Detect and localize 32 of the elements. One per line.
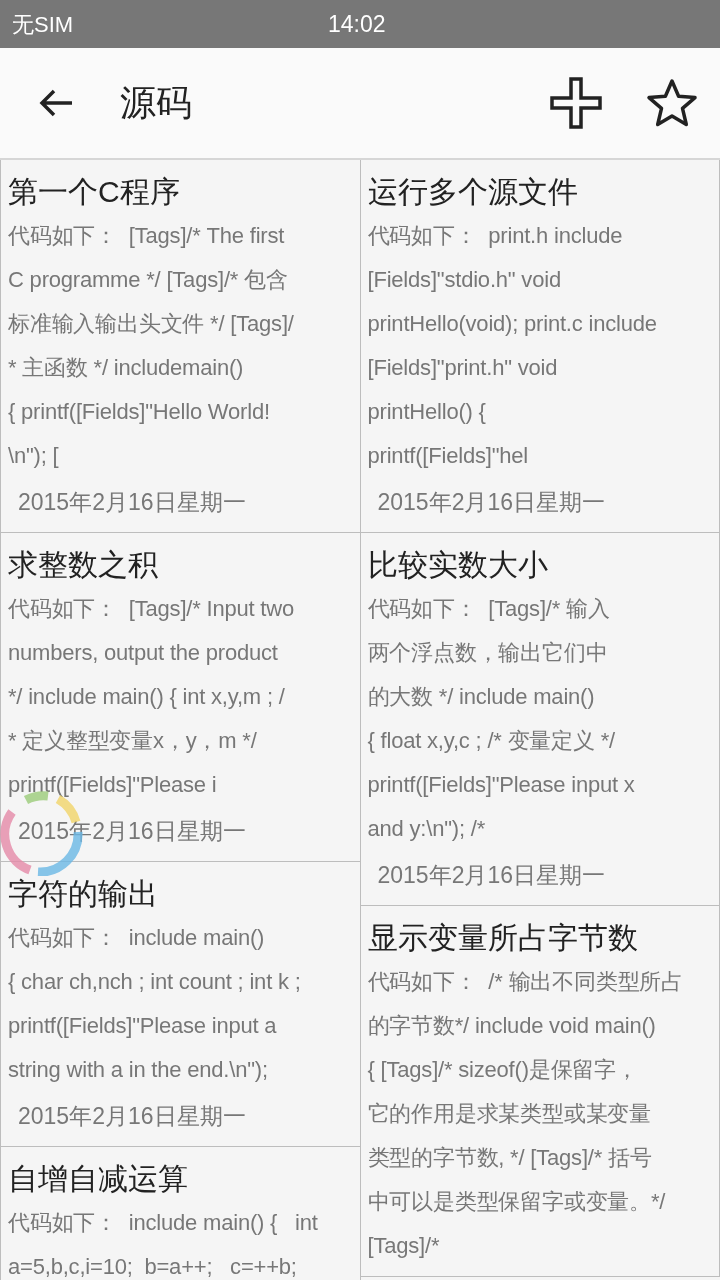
code-preview: 代码如下： [Tags]/* The first C programme */ [Tags]/* 包含 标准输入输出头文件 */ [Tags]/ * 主函数 */ includemain() { printf([Fields]"Hello World! \n"); [ — [8, 222, 295, 470]
card-background[interactable]: 字符的输出 代码如下： include main() { char ch,nch ; int count ; int k ; printf([Fields]"Please input a string with a in the end.\n"); 2015年2月16日星期一 — [1, 862, 361, 1147]
card-title: 自增自减运算 — [8, 1161, 189, 1197]
card-date: 2015年2月16日星期一 — [17, 488, 247, 517]
card-title: 运行多个源文件 — [367, 174, 579, 210]
card-background[interactable]: 求整数之积 代码如下： [Tags]/* Input two numbers, output the product */ include main() { int x,y,m ; / * 定义整型变量x，y，m */ printf([Fields]"Please i 2015年2月16日星期一 — [1, 533, 361, 862]
code-preview: 代码如下： print.h include [Fields]"stdio.h" void printHello(void); print.c include [Fields]"print.h" void printHello() { printf([Fields]"hel — [367, 222, 658, 470]
card-date: 2015年2月16日星期一 — [376, 488, 607, 517]
card-title: 比较实数大小 — [367, 547, 549, 583]
star-icon — [646, 78, 698, 128]
code-preview: 代码如下： include main() { char ch,nch ; int count ; int k ; printf([Fields]"Please input a string with a in the end.\n"); — [8, 924, 302, 1084]
card-title: 字符的输出 — [8, 876, 159, 912]
card-date: 2015年2月16日星期一 — [376, 861, 607, 890]
code-preview: 代码如下： [Tags]/* 输入 两个浮点数，输出它们中 的大数 */ include main() { float x,y,c ; /* 变量定义 */ printf([Fields]"Please input x and y:\n"); /* — [367, 595, 636, 843]
add-button[interactable] — [548, 75, 604, 131]
card-background[interactable]: 显示变量所占字节数 代码如下： /* 输出不同类型所占 的字节数*/ include void main() { [Tags]/* sizeof()是保留字， 它的作用是求某类型或某变量 类型的字节数, */ [Tags]/* 括号 中可以是类型保留字或变量。*/ [Tags]/* — [360, 906, 720, 1277]
back-arrow-icon — [38, 88, 74, 118]
card-title: 显示变量所占字节数 — [367, 920, 639, 956]
code-preview: 代码如下： /* 输出不同类型所占 的字节数*/ include void main() { [Tags]/* sizeof()是保留字， 它的作用是求某类型或某变量 类型的字节数, */ [Tags]/* 括号 中可以是类型保留字或变量。*/ [Tags]/* — [367, 968, 684, 1260]
card-background[interactable]: 比较实数大小 代码如下： [Tags]/* 输入 两个浮点数，输出它们中 的大数 */ include main() { float x,y,c ; /* 变量定义 */ printf([Fields]"Please input x and y:\n"); /* 2015年2月16日星期一 — [360, 533, 720, 906]
card-title: 第一个C程序 — [8, 174, 181, 210]
page-title: 源码 — [120, 81, 192, 125]
add-icon — [550, 77, 602, 129]
code-preview: 代码如下： [Tags]/* Input two numbers, output the product */ include main() { int x,y,m ; / * 定义整型变量x，y，m */ printf([Fields]"Please i — [8, 595, 295, 799]
code-preview: 代码如下： include main() { int a=5,b,c,i=10; b=a++; c=++b; — [8, 1209, 319, 1280]
card-date: 2015年2月16日星期一 — [17, 1102, 247, 1131]
clock: 14:02 — [328, 9, 386, 39]
carrier-label: 无SIM — [12, 10, 74, 39]
card-background[interactable]: 第一个C程序 代码如下： [Tags]/* The first C programme */ [Tags]/* 包含 标准输入输出头文件 */ [Tags]/ * 主函数 */ includemain() { printf([Fields]"Hello World! \n"); [ 2015年2月16日星期一 — [1, 160, 361, 533]
card-title: 求整数之积 — [8, 547, 159, 583]
card-background[interactable]: 运行多个源文件 代码如下： print.h include [Fields]"stdio.h" void printHello(void); print.c include [Fields]"print.h" void printHello() { printf([Fields]"hel 2015年2月16日星期一 — [360, 160, 720, 533]
card-date: 2015年2月16日星期一 — [17, 817, 247, 846]
